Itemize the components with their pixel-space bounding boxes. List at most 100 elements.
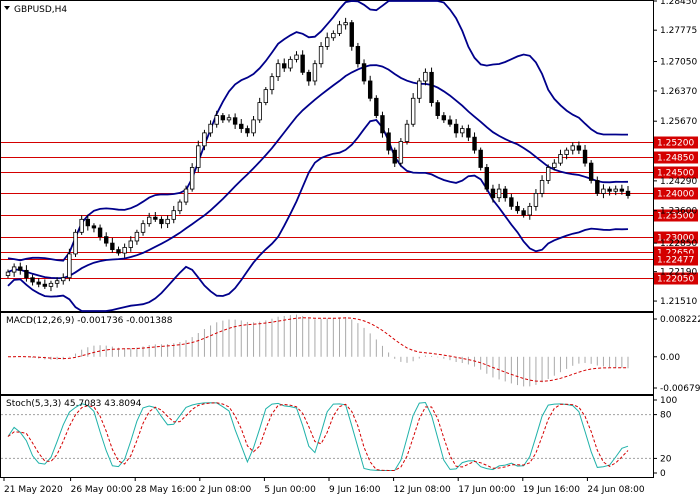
candle-body	[503, 188, 508, 199]
candle-body	[306, 71, 311, 82]
candle-body	[484, 167, 490, 190]
time-tick-label: 19 Jun 16:00	[523, 485, 580, 495]
candle-body	[490, 188, 496, 199]
candle-body	[558, 154, 563, 164]
candle-body	[625, 190, 631, 196]
candle-body	[460, 128, 465, 134]
candle-body	[146, 216, 152, 225]
candle-body	[245, 128, 250, 134]
candle-body	[337, 24, 342, 34]
candle-body	[288, 58, 293, 69]
stochastic-tick-label: 0	[660, 469, 666, 479]
candle-body	[619, 188, 625, 192]
candle-body	[576, 145, 582, 151]
candle-body	[429, 71, 434, 104]
candle-body	[607, 188, 612, 192]
candle-body	[61, 277, 66, 282]
macd-label: MACD(12,26,9) -0.001736 -0.001388	[6, 316, 173, 326]
price-tick-label: 1.22190	[660, 268, 697, 278]
candle-body	[367, 80, 373, 99]
candle-body	[282, 63, 287, 69]
candle-body	[97, 227, 103, 238]
candle-body	[116, 249, 121, 254]
candle-body	[202, 132, 207, 147]
candle-body	[73, 231, 78, 255]
candle-body	[24, 269, 29, 279]
candle-body	[545, 167, 551, 181]
time-tick-label: 21 May 2020	[4, 485, 63, 495]
time-tick-label: 9 Jun 16:00	[329, 485, 381, 495]
candle-body	[294, 54, 299, 60]
candle-body	[257, 102, 262, 121]
candle-body	[441, 115, 447, 121]
candle-body	[515, 205, 520, 212]
price-tick-label: 1.27050	[660, 58, 697, 68]
candle-body	[613, 188, 618, 192]
candle-body	[128, 240, 133, 248]
candle-body	[410, 97, 416, 125]
time-tick-label: 12 Jun 08:00	[394, 485, 451, 495]
stochastic-tick-label: 80	[660, 411, 672, 421]
candle-body	[521, 210, 526, 216]
candle-body	[331, 33, 336, 39]
time-tick-label: 24 Jun 08:00	[587, 485, 644, 495]
candle-body	[269, 76, 275, 91]
stochastic-tick-label: 100	[660, 396, 677, 406]
time-tick-label: 2 Jun 08:00	[200, 485, 252, 495]
candle-body	[386, 132, 391, 151]
time-tick-label: 28 May 16:00	[135, 485, 197, 495]
candle-body	[595, 180, 600, 194]
price-tick-label: 1.27775	[660, 26, 697, 36]
candle-body	[570, 145, 575, 151]
candle-body	[159, 218, 164, 225]
candle-body	[36, 281, 41, 285]
candle-body	[122, 247, 127, 254]
price-tick-label: 1.23600	[660, 207, 697, 217]
candle-body	[54, 280, 60, 284]
candle-body	[564, 149, 569, 155]
candle-body	[472, 136, 477, 151]
macd-tick-label: -0.006791	[660, 384, 700, 394]
candle-body	[435, 102, 440, 116]
chart-background	[0, 0, 700, 500]
candle-body	[30, 277, 35, 283]
candle-body	[496, 188, 502, 199]
macd-tick-label: 0.00	[660, 353, 680, 363]
candle-body	[447, 119, 453, 125]
candle-body	[220, 115, 226, 121]
candle-body	[300, 54, 305, 73]
symbol-label: GBPUSD,H4	[14, 5, 67, 15]
level-label: 1.24000	[657, 190, 694, 200]
level-label: 1.22477	[657, 256, 694, 266]
price-tick-label: 1.28450	[660, 0, 697, 7]
candle-body	[85, 218, 91, 227]
trading-chart[interactable]: 1.252001.248501.245001.240001.235001.230…	[0, 0, 700, 500]
candle-body	[214, 115, 219, 125]
candle-body	[171, 210, 176, 220]
candle-body	[582, 149, 588, 164]
candle-body	[189, 167, 195, 190]
candle-body	[232, 117, 238, 125]
candle-body	[79, 218, 84, 233]
candle-body	[478, 149, 483, 168]
candle-body	[343, 22, 348, 26]
candle-body	[239, 123, 244, 129]
macd-tick-label: 0.008222	[660, 315, 700, 325]
candle-body	[318, 45, 324, 65]
candle-body	[110, 242, 115, 251]
candle-body	[67, 253, 72, 279]
candle-body	[539, 180, 545, 194]
candle-body	[263, 89, 269, 104]
candle-body	[552, 162, 557, 168]
candle-body	[423, 71, 428, 82]
candle-body	[588, 162, 594, 181]
candle-body	[196, 145, 201, 168]
candle-body	[165, 218, 170, 225]
time-tick-label: 26 May 00:00	[71, 485, 133, 495]
candle-body	[18, 266, 23, 271]
candle-body	[392, 149, 397, 164]
candle-body	[42, 283, 48, 287]
price-tick-label: 1.26370	[660, 87, 697, 97]
candle-body	[140, 223, 146, 233]
candle-body	[398, 141, 404, 164]
